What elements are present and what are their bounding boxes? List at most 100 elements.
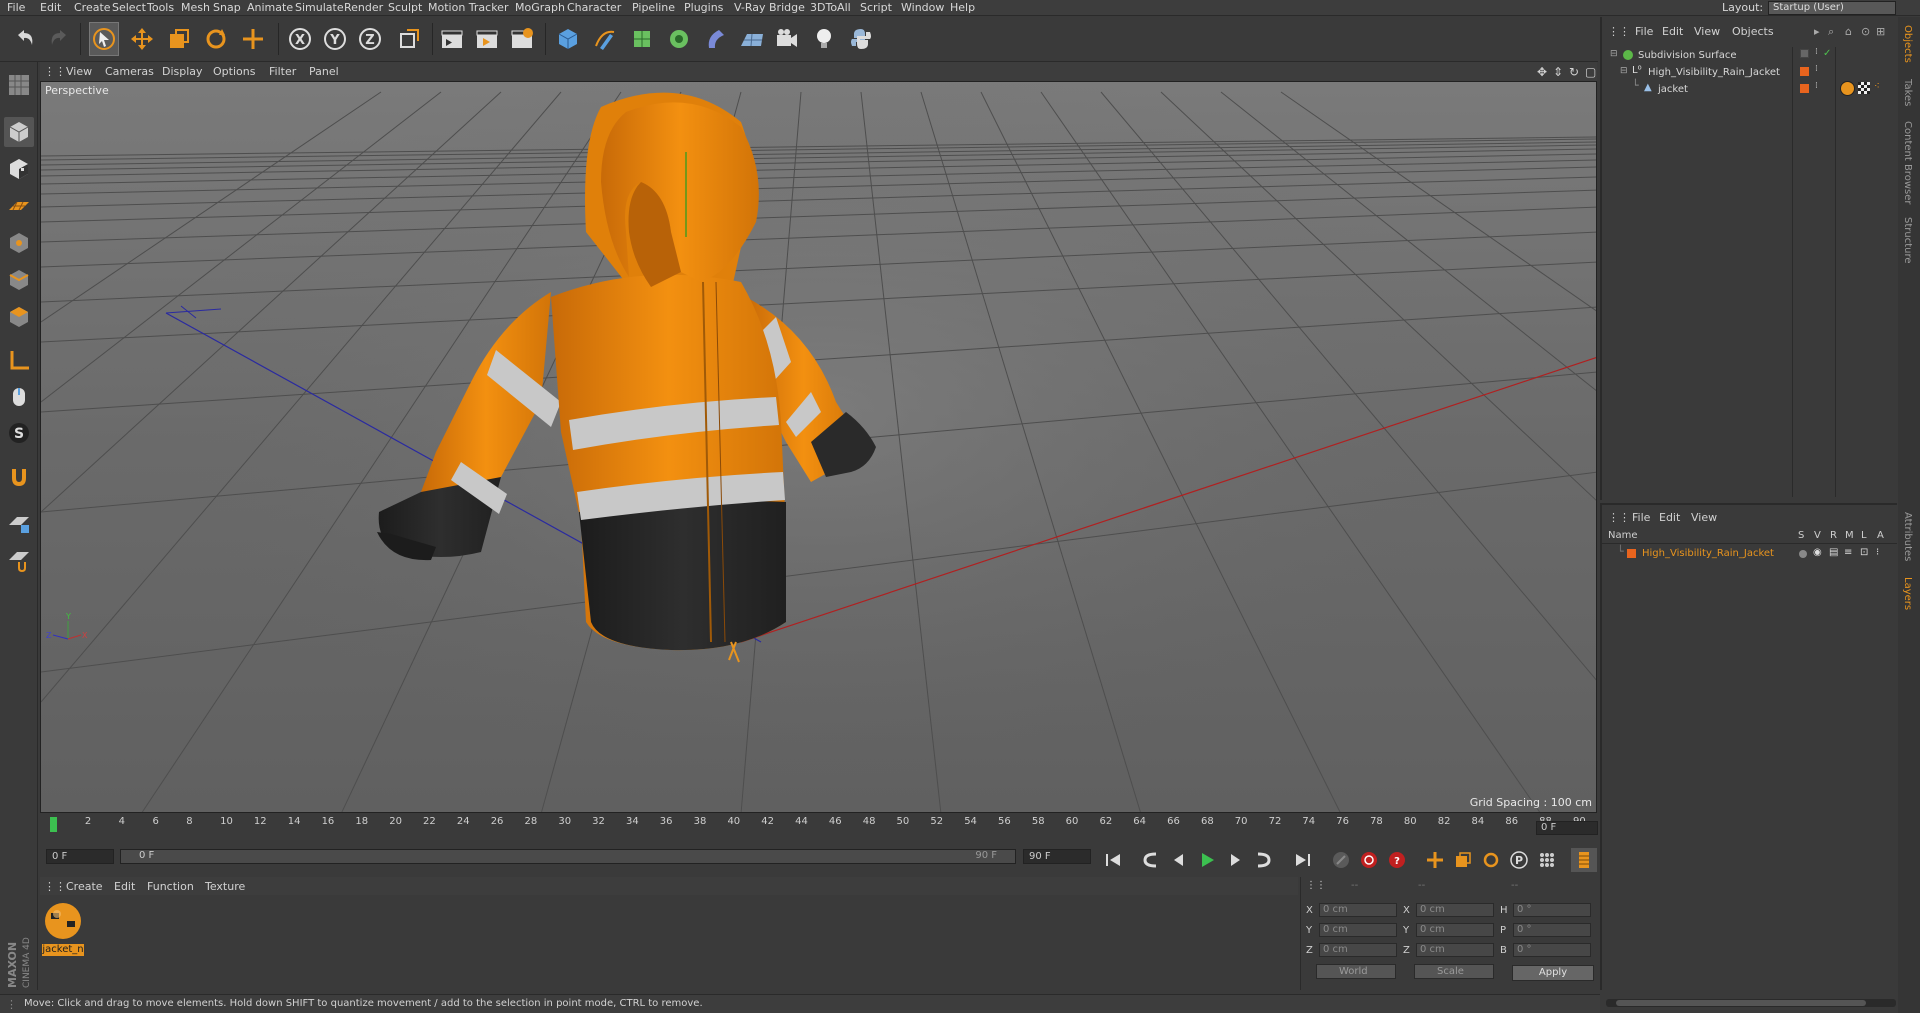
horizontal-scrollbar[interactable] (1606, 999, 1896, 1007)
select-tool-button[interactable] (89, 22, 119, 56)
objmgr-menu-objects[interactable]: Objects (1732, 25, 1774, 38)
objmgr-menu-edit[interactable]: Edit (1662, 25, 1683, 38)
lock-y-button[interactable]: Y (320, 22, 350, 56)
object-row-rain-jacket[interactable]: ⊟ L⁰ High_Visibility_Rain_Jacket ⁞ (1602, 64, 1899, 82)
transform-tool-button[interactable] (238, 22, 268, 56)
menu-mograph[interactable]: MoGraph (515, 1, 565, 14)
record-button[interactable] (1356, 848, 1382, 872)
rot-h-field[interactable]: 0 ° (1513, 903, 1591, 917)
menu-vray-bridge[interactable]: V-Ray Bridge (734, 1, 805, 14)
tab-objects[interactable]: Objects (1902, 25, 1913, 63)
planar-workplane-button[interactable] (4, 545, 34, 575)
size-z-field[interactable]: 0 cm (1416, 943, 1494, 957)
record-mode-button[interactable] (1328, 848, 1354, 872)
key-position-button[interactable] (1422, 848, 1448, 872)
pos-z-field[interactable]: 0 cm (1319, 943, 1397, 957)
objmgr-arrow-icon[interactable]: ▸ (1814, 25, 1820, 38)
material-menu-texture[interactable]: Texture (205, 880, 245, 893)
next-frame-button[interactable] (1222, 848, 1248, 872)
menu-plugins[interactable]: Plugins (684, 1, 723, 14)
menu-file[interactable]: File (7, 1, 25, 14)
timeline-ruler[interactable]: 0246810121416182022242628303234363840424… (40, 815, 1597, 835)
layer-swatch-icon[interactable] (1800, 49, 1809, 58)
layermgr-menu-edit[interactable]: Edit (1659, 511, 1680, 524)
menu-tools[interactable]: Tools (147, 1, 174, 14)
tab-layers[interactable]: Layers (1902, 577, 1913, 610)
viewport-menu-display[interactable]: Display (162, 65, 203, 78)
material-tag-icon[interactable] (1840, 81, 1855, 96)
menu-animate[interactable]: Animate (247, 1, 293, 14)
layer-color-icon[interactable] (1800, 84, 1809, 93)
edges-mode-button[interactable] (4, 265, 34, 295)
coordinate-space-dropdown[interactable]: World (1316, 964, 1396, 979)
object-row-subdivision[interactable]: ⊟ Subdivision Surface ⁞ ✓ (1602, 47, 1899, 65)
playhead[interactable] (50, 817, 57, 832)
floor-object-button[interactable] (737, 22, 767, 56)
coordinate-system-button[interactable] (394, 22, 424, 56)
layer-color-icon[interactable] (1800, 67, 1809, 76)
go-to-end-button[interactable] (1290, 848, 1316, 872)
autokey-button[interactable]: ? (1384, 848, 1410, 872)
material-menu-edit[interactable]: Edit (114, 880, 135, 893)
pos-y-field[interactable]: 0 cm (1319, 923, 1397, 937)
menu-simulate[interactable]: Simulate (295, 1, 344, 14)
tab-attributes[interactable]: Attributes (1902, 512, 1913, 561)
snapping-button[interactable]: S (4, 418, 34, 448)
camera-button[interactable] (772, 22, 802, 56)
render-icon[interactable]: ▤ (1829, 547, 1838, 558)
move-tool-button[interactable] (127, 22, 157, 56)
menu-pipeline[interactable]: Pipeline (632, 1, 675, 14)
material-menu-function[interactable]: Function (147, 880, 194, 893)
menu-help[interactable]: Help (950, 1, 975, 14)
start-frame-field[interactable]: 0 F (46, 849, 114, 864)
previous-frame-button[interactable] (1166, 848, 1192, 872)
solo-toggle-icon[interactable] (1799, 550, 1807, 558)
mograph-cloner-button[interactable] (664, 22, 694, 56)
menu-mesh[interactable]: Mesh (181, 1, 210, 14)
render-picture-viewer-button[interactable] (472, 22, 502, 56)
model-mode-button[interactable] (4, 117, 34, 147)
menu-sculpt[interactable]: Sculpt (388, 1, 422, 14)
material-item[interactable]: jacket_n (40, 896, 86, 958)
viewport-pan-icon[interactable]: ✥ (1537, 65, 1547, 79)
texture-mode-button[interactable] (4, 154, 34, 184)
rotate-tool-button[interactable] (201, 22, 231, 56)
tweak-mode-button[interactable] (4, 382, 34, 412)
menu-window[interactable]: Window (901, 1, 944, 14)
make-editable-button[interactable] (4, 70, 34, 100)
objmgr-filter-icon[interactable]: ⊙ (1861, 25, 1870, 38)
magnet-button[interactable] (4, 462, 34, 492)
lock-x-button[interactable]: X (285, 22, 315, 56)
viewport-zoom-icon[interactable]: ⇕ (1553, 65, 1563, 79)
points-mode-button[interactable] (4, 228, 34, 258)
pos-x-field[interactable]: 0 cm (1319, 903, 1397, 917)
menu-render[interactable]: Render (344, 1, 383, 14)
spline-pen-button[interactable] (590, 22, 620, 56)
key-scale-button[interactable] (1450, 848, 1476, 872)
menu-snap[interactable]: Snap (213, 1, 241, 14)
next-key-button[interactable] (1250, 848, 1276, 872)
scale-tool-button[interactable] (164, 22, 194, 56)
size-mode-dropdown[interactable]: Scale (1414, 964, 1494, 979)
visibility-dots-icon[interactable]: ⁞ (1815, 81, 1818, 91)
layout-dropdown[interactable]: Startup (User) (1768, 1, 1896, 15)
end-frame-field[interactable]: 90 F (1023, 849, 1091, 864)
size-x-field[interactable]: 0 cm (1416, 903, 1494, 917)
eye-icon[interactable]: ◉ (1813, 547, 1822, 558)
menu-create[interactable]: Create (74, 1, 111, 14)
scrollbar-thumb[interactable] (1616, 1000, 1866, 1006)
rot-p-field[interactable]: 0 ° (1513, 923, 1591, 937)
menu-3dtoall[interactable]: 3DToAll (810, 1, 851, 14)
visibility-dots-icon[interactable]: ⁞ (1815, 64, 1818, 74)
objmgr-search-icon[interactable]: ⌕ (1828, 25, 1834, 39)
viewport-menu-panel[interactable]: Panel (309, 65, 339, 78)
animation-icon[interactable]: ⁝ (1876, 547, 1879, 558)
viewport-menu-filter[interactable]: Filter (269, 65, 296, 78)
collapse-icon[interactable]: ⊟ (1620, 66, 1628, 76)
key-rotation-button[interactable] (1478, 848, 1504, 872)
cube-object-button[interactable] (553, 22, 583, 56)
enabled-check-icon[interactable]: ✓ (1823, 48, 1831, 59)
tab-takes[interactable]: Takes (1902, 79, 1913, 106)
menu-script[interactable]: Script (860, 1, 892, 14)
deformer-button[interactable] (701, 22, 731, 56)
